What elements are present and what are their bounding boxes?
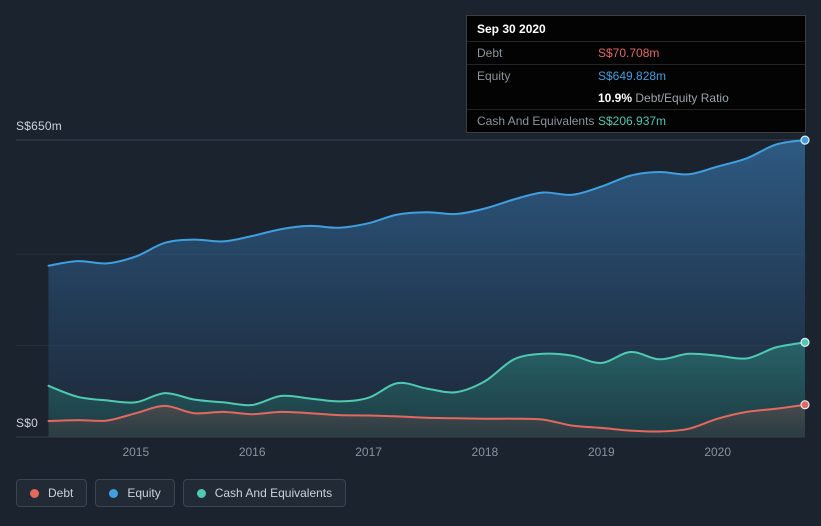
- debt-legend-dot-icon: [30, 488, 39, 498]
- tooltip-cash-value: S$206.937m: [598, 114, 667, 128]
- tooltip-ratio-percent: 10.9%: [598, 91, 633, 105]
- tooltip-equity-row: Equity S$649.828m: [467, 64, 805, 87]
- legend-item-debt[interactable]: Debt: [16, 479, 88, 507]
- tooltip-cash-label: Cash And Equivalents: [477, 114, 595, 128]
- legend: Debt Equity Cash And Equivalents: [16, 479, 347, 507]
- legend-label-equity: Equity: [127, 486, 161, 500]
- debt-endpoint-marker: [800, 400, 810, 410]
- tooltip-ratio-row: 10.9% Debt/Equity Ratio: [467, 87, 805, 109]
- tooltip-ratio-label: Debt/Equity Ratio: [635, 91, 729, 105]
- page-root: S$650m S$0 2015 2016 2017 2018 2019 2020 Sep …: [0, 0, 821, 526]
- tooltip-debt-value: S$70.708m: [598, 46, 660, 60]
- legend-item-equity[interactable]: Equity: [95, 479, 175, 507]
- equity-endpoint-marker: [800, 135, 810, 145]
- cash-legend-dot-icon: [196, 488, 206, 498]
- legend-item-cash[interactable]: Cash And Equivalents: [182, 479, 347, 507]
- legend-label-cash: Cash And Equivalents: [214, 486, 333, 500]
- tooltip-cash-row: Cash And Equivalents S$206.937m: [467, 109, 805, 132]
- legend-label-debt: Debt: [48, 486, 74, 500]
- tooltip-debt-label: Debt: [477, 46, 503, 60]
- tooltip-equity-label: Equity: [477, 69, 511, 83]
- tooltip: Sep 30 2020 Debt S$70.708m Equity S$649.…: [466, 15, 806, 133]
- tooltip-date: Sep 30 2020: [477, 22, 546, 36]
- tooltip-equity-value: S$649.828m: [598, 69, 667, 83]
- y-axis-label-0: S$0: [16, 416, 38, 430]
- tooltip-debt-row: Debt S$70.708m: [467, 41, 805, 64]
- y-axis-label-650: S$650m: [16, 119, 62, 133]
- tooltip-ratio-value: 10.9% Debt/Equity Ratio: [598, 91, 729, 105]
- equity-legend-dot-icon: [109, 488, 119, 498]
- cash-endpoint-marker: [800, 337, 810, 347]
